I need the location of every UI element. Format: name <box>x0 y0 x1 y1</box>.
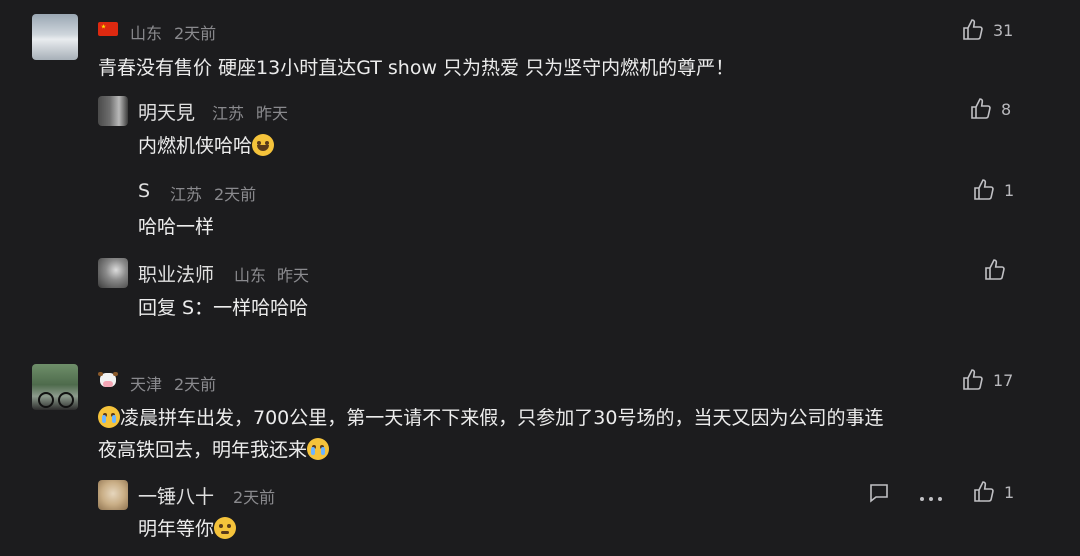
reply-author[interactable]: 明天見 <box>138 98 195 125</box>
reply-author[interactable]: 职业法师 <box>138 260 214 287</box>
reply-author[interactable]: 一锤八十 <box>138 482 214 509</box>
reply-author[interactable]: S <box>138 180 150 202</box>
reply-location: 山东 <box>234 266 267 285</box>
comment-time: 2天前 <box>174 24 217 43</box>
comment-location: 山东 <box>130 24 163 43</box>
reply-text: 内燃机侠哈哈 <box>138 130 275 162</box>
like-button[interactable]: 1 <box>972 178 1014 202</box>
reply-time: 昨天 <box>256 104 289 123</box>
comment-location: 天津 <box>130 375 163 394</box>
like-count: 1 <box>1004 180 1015 200</box>
avatar[interactable] <box>32 364 78 410</box>
reply-button[interactable] <box>866 481 892 505</box>
comment-time: 2天前 <box>174 375 217 394</box>
like-count: 8 <box>1001 99 1012 119</box>
more-icon <box>920 497 942 501</box>
like-button[interactable]: 31 <box>961 18 1013 42</box>
grin-emoji-icon <box>252 134 275 156</box>
like-button[interactable] <box>983 258 1007 282</box>
reply-text: 哈哈一样 <box>138 216 215 238</box>
reply-time: 昨天 <box>277 266 310 285</box>
reply-time: 2天前 <box>214 185 257 204</box>
avatar[interactable] <box>32 14 78 60</box>
cow-emoji-icon <box>98 371 118 389</box>
like-button[interactable]: 17 <box>961 368 1013 392</box>
reply-time: 2天前 <box>233 488 276 507</box>
crying-emoji-icon <box>98 406 120 428</box>
like-button[interactable]: 8 <box>969 97 1011 121</box>
comment-text-line2: 夜高铁回去，明年我还来 <box>98 439 308 461</box>
reply-text-content: 明年等你 <box>138 518 215 540</box>
like-count: 17 <box>993 370 1014 390</box>
thumbs-up-icon <box>971 98 991 119</box>
reply-location: 江苏 <box>212 104 245 123</box>
thumbs-up-icon <box>963 369 983 390</box>
comment-text: 夜高铁回去，明年我还来 <box>98 434 330 466</box>
comment-text: 青春没有售价 硬座13小时直达GT show 只为热爱 只为坚守内燃机的尊严！ <box>98 57 735 79</box>
reply-location: 江苏 <box>170 185 203 204</box>
avatar[interactable] <box>98 480 128 510</box>
like-count: 1 <box>1004 482 1015 502</box>
reply-text: 回复 S：一样哈哈哈 <box>138 297 309 319</box>
reply-text: 明年等你 <box>138 513 237 545</box>
comment-icon <box>870 484 888 503</box>
like-count: 31 <box>993 20 1014 40</box>
pondering-emoji-icon <box>214 517 237 539</box>
more-button[interactable] <box>919 488 943 501</box>
like-button[interactable]: 1 <box>972 480 1014 504</box>
comment-text-line1: 凌晨拼车出发，700公里，第一天请不下来假，只参加了30号场的，当天又因为公司的… <box>120 407 884 429</box>
thumbs-up-icon <box>985 259 1005 280</box>
thumbs-up-icon <box>974 481 994 502</box>
china-flag-icon <box>98 22 118 36</box>
thumbs-up-icon <box>974 179 994 200</box>
thumbs-up-icon <box>963 19 983 40</box>
avatar[interactable] <box>98 96 128 126</box>
crying-emoji-icon <box>307 438 330 460</box>
reply-text-content: 内燃机侠哈哈 <box>138 135 253 157</box>
comment-text: 凌晨拼车出发，700公里，第一天请不下来假，只参加了30号场的，当天又因为公司的… <box>98 402 883 434</box>
avatar[interactable] <box>98 258 128 288</box>
